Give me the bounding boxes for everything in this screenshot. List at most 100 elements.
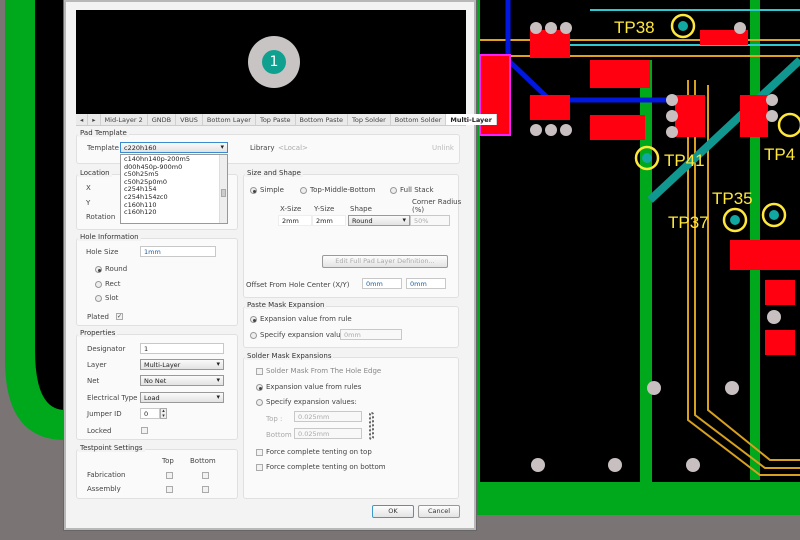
locked-label: Locked (87, 427, 112, 435)
offset-label: Offset From Hole Center (X/Y) (246, 281, 350, 289)
fabrication-bottom-checkbox[interactable] (202, 472, 209, 479)
assembly-top-checkbox[interactable] (166, 486, 173, 493)
tent-bottom-label: Force complete tenting on bottom (266, 463, 386, 471)
offset-y-input[interactable]: 0mm (406, 278, 446, 289)
layer-label: Layer (87, 361, 107, 369)
tab-top-paste[interactable]: Top Paste (256, 114, 296, 125)
jumper-id-input[interactable]: 0 (140, 408, 160, 419)
tent-bottom-checkbox[interactable] (256, 464, 263, 471)
jumper-id-spinner[interactable]: ▴ ▾ (160, 408, 167, 419)
testpoint-bottom-label: Bottom (190, 457, 216, 465)
size-shape-title: Size and Shape (245, 169, 303, 177)
cancel-button[interactable]: Cancel (418, 505, 460, 518)
layer-tabs: ◂ ▸ Mid-Layer 2 GNDB VBUS Bottom Layer T… (76, 114, 497, 126)
tab-bottom-paste[interactable]: Bottom Paste (296, 114, 348, 125)
testpoint-label: TP38 (614, 18, 655, 37)
net-select[interactable]: No Net (140, 375, 224, 386)
plated-checkbox[interactable]: ✓ (116, 313, 123, 320)
hole-size-label: Hole Size (86, 248, 119, 256)
paste-from-rule-radio[interactable] (250, 316, 257, 323)
solder-specify-label: Specify expansion values: (266, 398, 357, 406)
testpoint-label: TP35 (712, 189, 753, 208)
paste-value-input[interactable]: 0mm (340, 329, 402, 340)
solder-from-rules-radio[interactable] (256, 384, 263, 391)
electrical-type-label: Electrical Type (87, 394, 138, 402)
pad-preview: 1 (76, 10, 466, 114)
simple-radio[interactable] (250, 187, 257, 194)
round-radio[interactable] (95, 266, 102, 273)
solder-bottom-label: Bottom : (266, 431, 297, 439)
tab-bottom-layer[interactable]: Bottom Layer (203, 114, 256, 125)
library-value: <Local> (278, 144, 308, 152)
pad-template-title: Pad Template (78, 129, 129, 137)
offset-x-input[interactable]: 0mm (362, 278, 402, 289)
solder-top-input[interactable]: 0.025mm (294, 411, 362, 422)
paste-specify-label: Specify expansion value (260, 331, 345, 339)
paste-mask-group (243, 306, 459, 348)
hole-edge-label: Solder Mask From The Hole Edge (266, 367, 382, 375)
link-chain-icon[interactable] (369, 412, 374, 440)
tab-top-solder[interactable]: Top Solder (348, 114, 391, 125)
tab-vbus[interactable]: VBUS (176, 114, 203, 125)
layer-select[interactable]: Multi-Layer (140, 359, 224, 370)
library-label: Library (250, 144, 275, 152)
edit-full-pad-layer-button[interactable]: Edit Full Pad Layer Definition... (322, 255, 448, 268)
tab-bottom-solder[interactable]: Bottom Solder (391, 114, 447, 125)
xsize-input[interactable]: 2mm (278, 215, 312, 226)
full-stack-radio[interactable] (390, 187, 397, 194)
testpoint-label: TP37 (668, 213, 709, 232)
ysize-input[interactable]: 2mm (312, 215, 346, 226)
pad-designator-preview: 1 (262, 50, 286, 74)
template-select[interactable]: c220h160 (120, 142, 228, 153)
xsize-label: X-Size (280, 205, 302, 213)
corner-radius-label: Corner Radius (%) (412, 198, 462, 214)
hole-size-input[interactable]: 1mm (140, 246, 216, 257)
assembly-bottom-checkbox[interactable] (202, 486, 209, 493)
hole-info-title: Hole Information (78, 233, 141, 241)
rotation-label: Rotation (86, 213, 116, 221)
slot-radio[interactable] (95, 295, 102, 302)
ok-button[interactable]: OK (372, 505, 414, 518)
solder-specify-radio[interactable] (256, 399, 263, 406)
jumper-id-label: Jumper ID (87, 410, 122, 418)
full-stack-label: Full Stack (400, 186, 434, 194)
paste-specify-radio[interactable] (250, 332, 257, 339)
top-middle-bottom-radio[interactable] (300, 187, 307, 194)
unlink-button[interactable]: Unlink (432, 144, 454, 152)
tab-multi-layer[interactable]: Multi-Layer (446, 114, 497, 125)
electrical-type-select[interactable]: Load (140, 392, 224, 403)
list-scrollbar[interactable] (219, 155, 227, 223)
shape-label: Shape (350, 205, 372, 213)
locked-checkbox[interactable] (141, 427, 148, 434)
tab-gndb[interactable]: GNDB (148, 114, 177, 125)
solder-top-label: Top : (266, 415, 283, 423)
template-dropdown-list[interactable]: c140hn140p-200m5 d00h450p-900m0 c50h25m5… (120, 154, 228, 224)
slot-label: Slot (105, 294, 119, 302)
template-label: Template (87, 144, 119, 152)
corner-radius-input[interactable]: 50% (410, 215, 450, 226)
rect-label: Rect (105, 280, 121, 288)
solder-bottom-input[interactable]: 0.025mm (294, 428, 362, 439)
fabrication-top-checkbox[interactable] (166, 472, 173, 479)
shape-select[interactable]: Round (348, 215, 410, 226)
designator-label: Designator (87, 345, 126, 353)
tent-top-label: Force complete tenting on top (266, 448, 372, 456)
solder-from-rules-label: Expansion value from rules (266, 383, 362, 391)
properties-title: Properties (78, 329, 118, 337)
tab-scroll-right[interactable]: ▸ (88, 114, 101, 125)
location-title: Location (78, 169, 112, 177)
y-label: Y (86, 199, 91, 207)
assembly-label: Assembly (87, 485, 121, 493)
designator-input[interactable]: 1 (140, 343, 224, 354)
tab-mid-layer-2[interactable]: Mid-Layer 2 (101, 114, 148, 125)
ysize-label: Y-Size (314, 205, 335, 213)
tent-top-checkbox[interactable] (256, 449, 263, 456)
testpoint-label: TP4 (764, 145, 795, 164)
list-item[interactable]: c160h120 (124, 209, 224, 217)
tab-scroll-left[interactable]: ◂ (76, 114, 89, 125)
pad-properties-dialog: 1 ◂ ▸ Mid-Layer 2 GNDB VBUS Bottom Layer… (64, 0, 497, 530)
testpoint-label: TP41 (664, 151, 705, 170)
rect-radio[interactable] (95, 281, 102, 288)
testpoint-top-label: Top (162, 457, 174, 465)
hole-edge-checkbox[interactable] (256, 368, 263, 375)
